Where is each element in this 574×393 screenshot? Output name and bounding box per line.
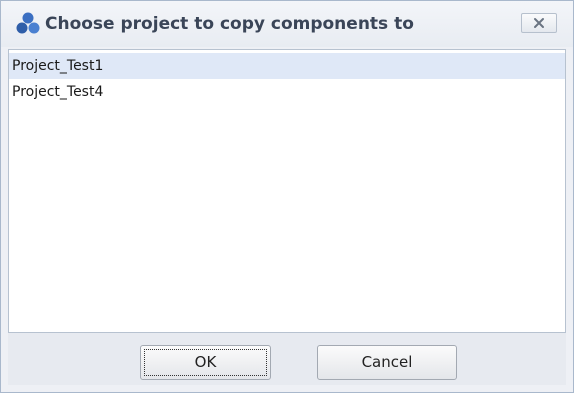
title-bar: Choose project to copy components to [1,1,573,47]
cancel-button-label: Cancel [361,353,413,371]
list-item-project-test4[interactable]: Project_Test4 [9,79,565,105]
project-list[interactable]: Project_Test1 Project_Test4 [8,49,566,333]
ok-button-label: OK [194,353,217,371]
ok-button[interactable]: OK [140,345,271,380]
list-item-project-test1[interactable]: Project_Test1 [9,53,565,79]
project-cluster-icon [16,12,40,34]
close-icon [534,18,544,28]
dialog-title: Choose project to copy components to [45,14,414,34]
list-item-label: Project_Test4 [12,84,104,100]
button-bar: OK Cancel [8,333,566,385]
cancel-button[interactable]: Cancel [317,345,457,380]
choose-project-dialog: Choose project to copy components to Pro… [0,0,574,393]
list-item-label: Project_Test1 [12,58,104,74]
close-button[interactable] [521,13,557,33]
